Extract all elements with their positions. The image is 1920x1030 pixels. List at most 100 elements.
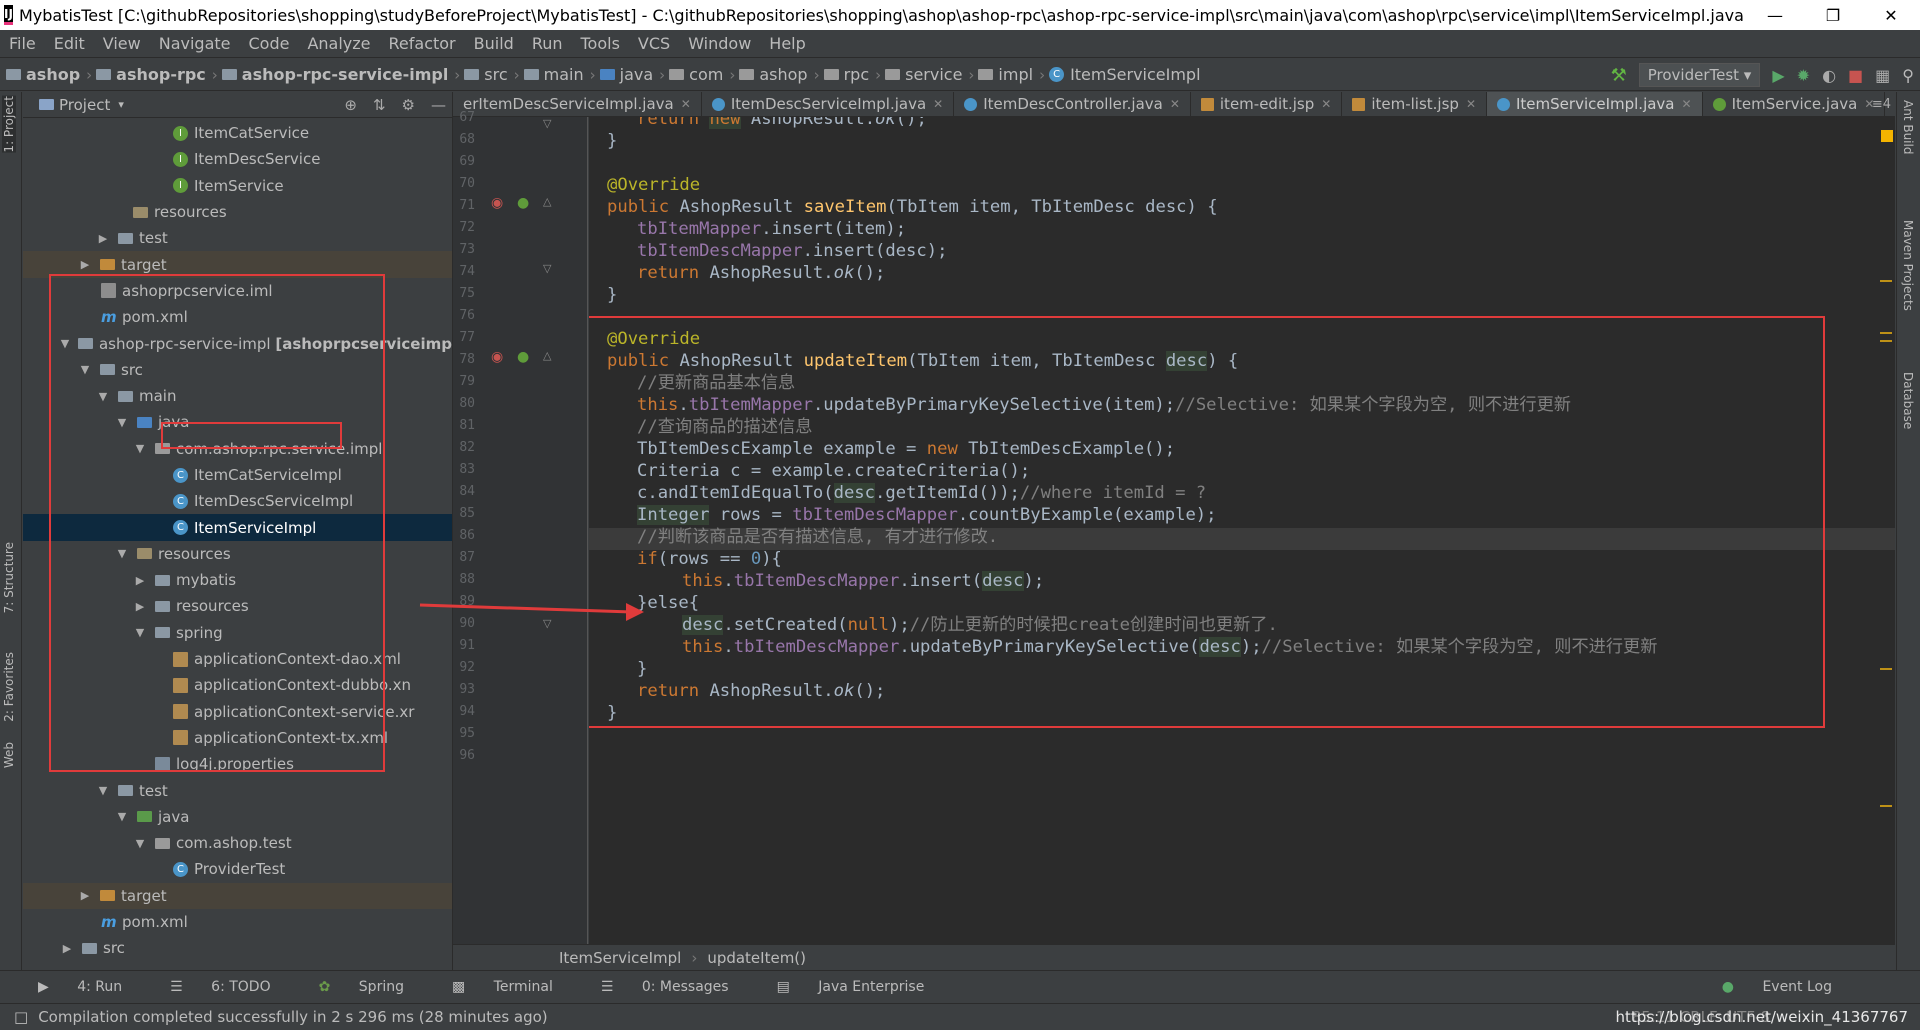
- tool-tab-database[interactable]: Database: [1901, 372, 1915, 429]
- nav-crumb-impl[interactable]: impl: [978, 65, 1033, 84]
- tool-tab-maven[interactable]: Maven Projects: [1901, 220, 1915, 311]
- tree-item-selected[interactable]: C ItemServiceImpl: [23, 514, 452, 541]
- warning-stripe[interactable]: [1880, 805, 1892, 807]
- coverage-icon[interactable]: ◐: [1822, 66, 1836, 85]
- nav-crumb-src[interactable]: src: [464, 65, 508, 84]
- nav-crumb-ashop-rpc[interactable]: ashop-rpc: [96, 65, 206, 84]
- collapse-all-icon[interactable]: ⇅: [373, 96, 386, 114]
- tab-item-service[interactable]: ItemService.java ✕: [1703, 92, 1886, 116]
- tree-item[interactable]: ▶ resources: [23, 593, 452, 619]
- menu-view[interactable]: View: [94, 34, 150, 53]
- menu-analyze[interactable]: Analyze: [298, 34, 379, 53]
- chevron-right-icon[interactable]: ▶: [96, 232, 110, 245]
- scroll-from-source-icon[interactable]: ⊕: [344, 96, 357, 114]
- tool-tab-project[interactable]: 1: Project: [2, 96, 16, 153]
- chevron-right-icon[interactable]: ▶: [78, 258, 92, 271]
- chevron-down-icon[interactable]: ▼: [115, 810, 129, 823]
- tree-item[interactable]: I ItemDescService: [23, 146, 452, 172]
- debug-marker-icon[interactable]: ◉: [491, 349, 503, 365]
- tree-item[interactable]: ▼ test: [23, 777, 452, 803]
- nav-crumb-service[interactable]: service: [885, 65, 962, 84]
- run-config-select[interactable]: ProviderTest ▾: [1638, 63, 1761, 87]
- chevron-down-icon[interactable]: ▼: [115, 547, 129, 560]
- tree-item[interactable]: ashoprpcservice.iml: [23, 278, 452, 304]
- implements-method-icon[interactable]: ●: [517, 349, 529, 365]
- close-icon[interactable]: ✕: [1682, 97, 1692, 111]
- tree-item[interactable]: C ItemDescServiceImpl: [23, 488, 452, 514]
- chevron-right-icon[interactable]: ▶: [133, 574, 147, 587]
- menu-navigate[interactable]: Navigate: [150, 34, 240, 53]
- build-hammer-icon[interactable]: ⚒: [1611, 65, 1627, 86]
- search-icon[interactable]: ⚲: [1902, 66, 1914, 85]
- debug-marker-icon[interactable]: ◉: [491, 195, 503, 211]
- menu-code[interactable]: Code: [240, 34, 299, 53]
- tree-item[interactable]: ▼ ashop-rpc-service-impl [ashoprpcservice…: [23, 330, 452, 356]
- tree-item[interactable]: ▼ java: [23, 804, 452, 830]
- tool-tab-favorites[interactable]: 2: Favorites: [2, 652, 16, 722]
- chevron-down-icon[interactable]: ▼: [96, 390, 110, 403]
- gear-icon[interactable]: ⚙: [402, 96, 415, 114]
- warning-stripe[interactable]: [1880, 668, 1892, 670]
- tree-item[interactable]: ▼ src: [23, 357, 452, 383]
- tool-tab-web[interactable]: Web: [2, 742, 16, 768]
- chevron-right-icon[interactable]: ▶: [60, 942, 74, 955]
- close-window-icon[interactable]: ✕: [1862, 0, 1920, 30]
- tab-item-desc-service-impl-cut[interactable]: erItemDescServiceImpl.java ✕: [453, 92, 702, 116]
- tree-item[interactable]: applicationContext-dubbo.xn: [23, 672, 452, 698]
- menu-edit[interactable]: Edit: [45, 34, 94, 53]
- menu-run[interactable]: Run: [523, 34, 572, 53]
- tree-item[interactable]: ▼ com.ashop.test: [23, 830, 452, 856]
- tree-item[interactable]: ▼ main: [23, 383, 452, 409]
- chevron-down-icon[interactable]: ▼: [133, 626, 147, 639]
- chevron-down-icon[interactable]: ▼: [115, 416, 129, 429]
- fold-icon[interactable]: △: [543, 195, 551, 208]
- event-log[interactable]: ● Event Log: [1722, 979, 1856, 995]
- debug-icon[interactable]: ✹: [1797, 66, 1810, 85]
- tab-item-desc-controller[interactable]: ItemDescController.java ✕: [954, 92, 1191, 116]
- tree-item[interactable]: applicationContext-tx.xml: [23, 725, 452, 751]
- nav-crumb-com[interactable]: com: [669, 65, 723, 84]
- tree-item[interactable]: ▼ com.ashop.rpc.service.impl: [23, 436, 452, 462]
- chevron-right-icon[interactable]: ▶: [78, 889, 92, 902]
- tree-item[interactable]: ▼ resources: [23, 541, 452, 567]
- tab-item-edit-jsp[interactable]: item-edit.jsp ✕: [1191, 92, 1343, 116]
- close-icon[interactable]: ✕: [1466, 97, 1476, 111]
- tool-tab-structure[interactable]: 7: Structure: [2, 542, 16, 613]
- chevron-down-icon[interactable]: ▼: [133, 442, 147, 455]
- inspection-status-icon[interactable]: [1881, 130, 1893, 142]
- tab-item-list-jsp[interactable]: item-list.jsp ✕: [1342, 92, 1487, 116]
- close-icon[interactable]: ✕: [1170, 97, 1180, 111]
- minimize-icon[interactable]: —: [1746, 0, 1804, 30]
- fold-icon[interactable]: ▽: [543, 262, 551, 275]
- chevron-down-icon[interactable]: ▼: [60, 337, 70, 350]
- chevron-down-icon[interactable]: ▼: [78, 363, 92, 376]
- nav-crumb-rpc[interactable]: rpc: [823, 65, 869, 84]
- project-structure-icon[interactable]: ▦: [1875, 66, 1890, 85]
- tool-window-messages[interactable]: ☰ 0: Messages: [601, 979, 753, 995]
- chevron-down-icon[interactable]: ▼: [96, 784, 110, 797]
- tree-item[interactable]: ▶ target: [23, 882, 452, 909]
- stop-icon[interactable]: ■: [1848, 66, 1863, 85]
- close-icon[interactable]: ✕: [681, 97, 691, 111]
- tree-item[interactable]: I ItemCatService: [23, 120, 452, 146]
- menu-help[interactable]: Help: [760, 34, 814, 53]
- tree-item[interactable]: ▶ test: [23, 225, 452, 251]
- warning-stripe[interactable]: [1880, 340, 1892, 342]
- fold-icon[interactable]: ▽: [543, 117, 551, 130]
- tree-item[interactable]: ▶ src: [23, 935, 452, 961]
- breadcrumb-method[interactable]: updateItem(): [707, 949, 806, 967]
- nav-crumb-main[interactable]: main: [523, 65, 584, 84]
- chevron-down-icon[interactable]: ▼: [133, 837, 147, 850]
- nav-crumb-java[interactable]: java: [599, 65, 653, 84]
- menu-refactor[interactable]: Refactor: [380, 34, 465, 53]
- code-editor[interactable]: return new AshopResult.ok(); } @Override…: [589, 117, 1895, 944]
- restore-icon[interactable]: ❐: [1804, 0, 1862, 30]
- tool-tab-ant-build[interactable]: Ant Build: [1901, 100, 1915, 154]
- breadcrumb-class[interactable]: ItemServiceImpl: [559, 949, 681, 967]
- tree-item[interactable]: ▼ spring: [23, 620, 452, 646]
- nav-crumb-ashop[interactable]: ashop: [6, 65, 80, 84]
- implements-method-icon[interactable]: ●: [517, 195, 529, 211]
- tree-item[interactable]: m pom.xml: [23, 909, 452, 935]
- warning-stripe[interactable]: [1880, 332, 1892, 334]
- close-icon[interactable]: ✕: [933, 97, 943, 111]
